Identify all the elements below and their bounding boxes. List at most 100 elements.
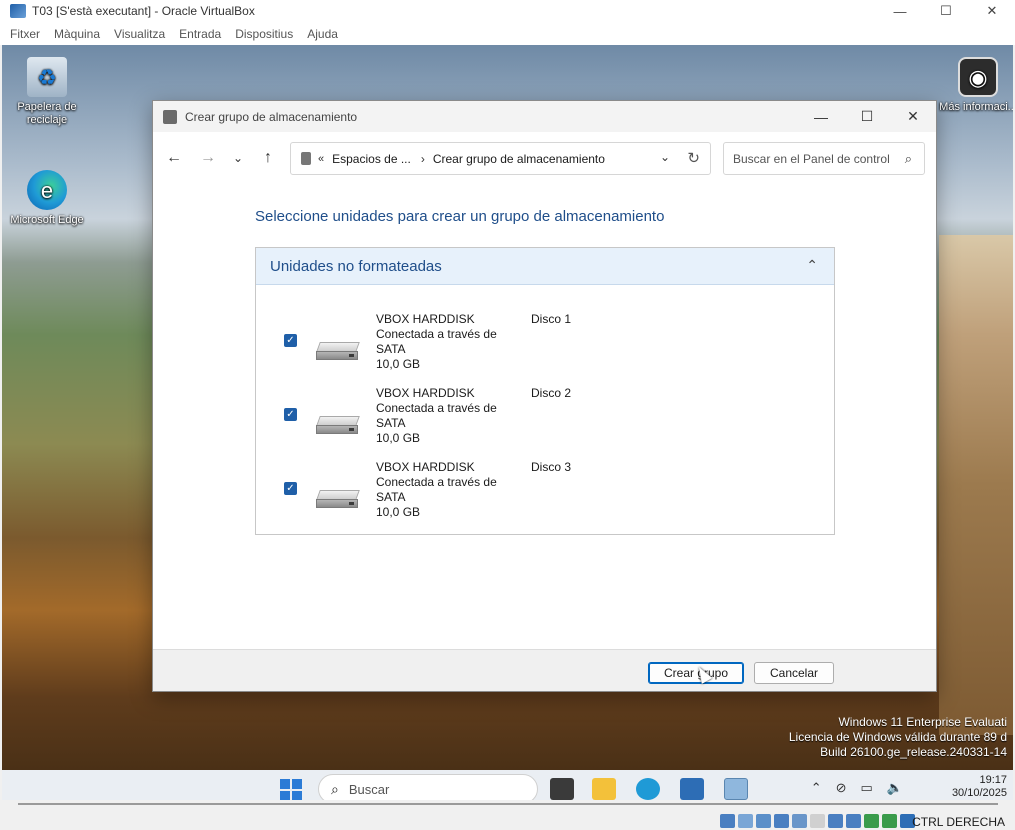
breadcrumb-storage-spaces[interactable]: Espacios de ... [332,152,411,166]
taskbar-search-label: Buscar [348,781,390,797]
cancel-button[interactable]: Cancelar [754,662,834,684]
unformatted-drives-panel: Unidades no formateadas ⌃ ✓ VBOX HARDDIS… [255,247,835,535]
store-icon[interactable] [680,778,704,800]
cpu-status-icon[interactable] [864,814,879,828]
forward-arrow-icon[interactable]: → [193,143,223,173]
info-icon: ◉ [958,57,998,97]
optical-drive-status-icon[interactable] [738,814,753,828]
task-view-icon[interactable] [550,778,574,800]
vbox-window-controls: — ☐ ✕ [877,0,1015,22]
vbox-titlebar: T03 [S'està executant] - Oracle VirtualB… [0,0,1015,22]
control-panel-search[interactable]: ⌕ [723,142,925,175]
hard-disk-icon [316,416,360,436]
drive-details: VBOX HARDDISK Conectada a través de SATA… [376,386,506,446]
menu-maquina[interactable]: Màquina [54,27,100,41]
page-heading: Seleccione unidades para crear un grupo … [255,208,665,225]
watermark-line: Build 26100.ge_release.240331-14 [820,745,1007,759]
dialog-window-controls: — ☐ ✕ [798,101,936,132]
vbox-status-icons [720,814,915,828]
control-panel-location-icon [301,152,311,165]
address-dropdown-icon[interactable]: ⌄ [660,150,670,164]
show-hidden-icons-chevron-icon[interactable]: ⌃ [811,780,822,796]
drive-name: VBOX HARDDISK [376,386,475,400]
watermark-line: Licencia de Windows válida durante 89 d [788,730,1007,744]
drive-size: 10,0 GB [376,357,421,371]
drive-size: 10,0 GB [376,431,421,445]
windows-start-icon[interactable] [280,779,302,801]
drive-checkbox[interactable]: ✓ [284,408,297,421]
menu-dispositius[interactable]: Dispositius [235,27,293,41]
drive-disk-number: Disco 2 [531,386,572,400]
menu-fitxer[interactable]: Fitxer [10,27,40,41]
dialog-close-button[interactable]: ✕ [890,101,936,132]
maximize-button[interactable]: ☐ [923,0,969,22]
drive-checkbox[interactable]: ✓ [284,482,297,495]
vbox-statusbar: CTRL DERECHA [0,800,1015,830]
control-panel-taskbar-icon[interactable] [724,778,748,800]
file-explorer-icon[interactable] [592,778,616,800]
dialog-maximize-button[interactable]: ☐ [844,101,890,132]
up-arrow-icon[interactable]: ↑ [253,143,283,173]
hard-disk-icon [316,342,360,362]
menu-entrada[interactable]: Entrada [179,27,221,41]
panel-header[interactable]: Unidades no formateadas ⌃ [256,248,834,285]
drive-name: VBOX HARDDISK [376,312,475,326]
desktop-icon-edge[interactable]: e Microsoft Edge [8,170,86,227]
shared-folders-status-icon[interactable] [810,814,825,828]
address-bar[interactable]: « Espacios de ... › Crear grupo de almac… [290,142,711,175]
usb-status-icon[interactable] [792,814,807,828]
drive-row: ✓ VBOX HARDDISK Conectada a través de SA… [256,460,834,534]
volume-icon[interactable]: 🔈 [887,780,903,796]
recycle-bin-icon: ♻ [27,57,67,97]
back-arrow-icon[interactable]: ← [159,143,189,173]
network-icon[interactable]: ⊘ [836,780,847,796]
search-icon[interactable]: ⌕ [905,151,912,167]
edge-taskbar-icon[interactable] [636,778,660,800]
desktop-icon-label: Microsoft Edge [10,214,84,226]
minimize-button[interactable]: — [877,0,923,22]
overflow-chevron-icon[interactable]: « [318,153,324,165]
drive-disk-number: Disco 1 [531,312,572,326]
host-key-indicator: CTRL DERECHA [912,815,1005,829]
drive-disk-number: Disco 3 [531,460,572,474]
desktop-icon-recycle-bin[interactable]: ♻ Papelera de reciclaje [8,57,86,127]
dialog-footer: Crear grupo Cancelar [153,649,936,691]
drive-details: VBOX HARDDISK Conectada a través de SATA… [376,312,506,372]
dialog-titlebar: Crear grupo de almacenamiento — ☐ ✕ [153,101,936,132]
virtualbox-app-icon [10,4,26,18]
drive-row: ✓ VBOX HARDDISK Conectada a través de SA… [256,386,834,460]
desktop-icon-more-info[interactable]: ◉ Más informaci... [939,57,1013,114]
recent-locations-chevron-icon[interactable]: ⌄ [223,143,253,173]
wallpaper-bridge [939,235,1013,735]
breadcrumb-create-pool[interactable]: Crear grupo de almacenamiento [433,152,605,166]
drive-connection: Conectada a través de SATA [376,327,497,356]
panel-title: Unidades no formateadas [270,257,442,275]
recording-status-icon[interactable] [846,814,861,828]
virtualization-status-icon[interactable] [882,814,897,828]
search-input[interactable] [733,151,893,166]
collapse-chevron-icon[interactable]: ⌃ [806,257,818,274]
dialog-title: Crear grupo de almacenamiento [185,109,358,124]
menu-visualitza[interactable]: Visualitza [114,27,165,41]
network-status-icon[interactable] [774,814,789,828]
breadcrumb-separator-icon: › [420,151,425,166]
windows-watermark: Windows 11 Enterprise Evaluati Licencia … [789,715,1007,760]
dialog-minimize-button[interactable]: — [798,101,844,132]
display-status-icon[interactable] [828,814,843,828]
audio-status-icon[interactable] [756,814,771,828]
menu-ajuda[interactable]: Ajuda [307,27,338,41]
watermark-line: Windows 11 Enterprise Evaluati [838,715,1007,729]
display-icon[interactable]: ▭ [861,780,873,796]
search-icon: ⌕ [331,780,339,797]
taskbar-clock[interactable]: 19:17 30/10/2025 [952,774,1007,800]
hard-disk-status-icon[interactable] [720,814,735,828]
guest-taskbar: ⌕ Buscar ⌃ ⊘ ▭ 🔈 19:17 30/10/2025 [2,770,1013,804]
close-button[interactable]: ✕ [969,0,1015,22]
hard-disk-icon [316,490,360,510]
edge-icon: e [27,170,67,210]
navigation-bar: ← → ⌄ ↑ « Espacios de ... › Crear grupo … [153,132,936,183]
create-storage-pool-dialog: Crear grupo de almacenamiento — ☐ ✕ ← → … [152,100,937,692]
refresh-icon[interactable]: ↻ [687,149,700,167]
drive-checkbox[interactable]: ✓ [284,334,297,347]
drive-details: VBOX HARDDISK Conectada a través de SATA… [376,460,506,520]
